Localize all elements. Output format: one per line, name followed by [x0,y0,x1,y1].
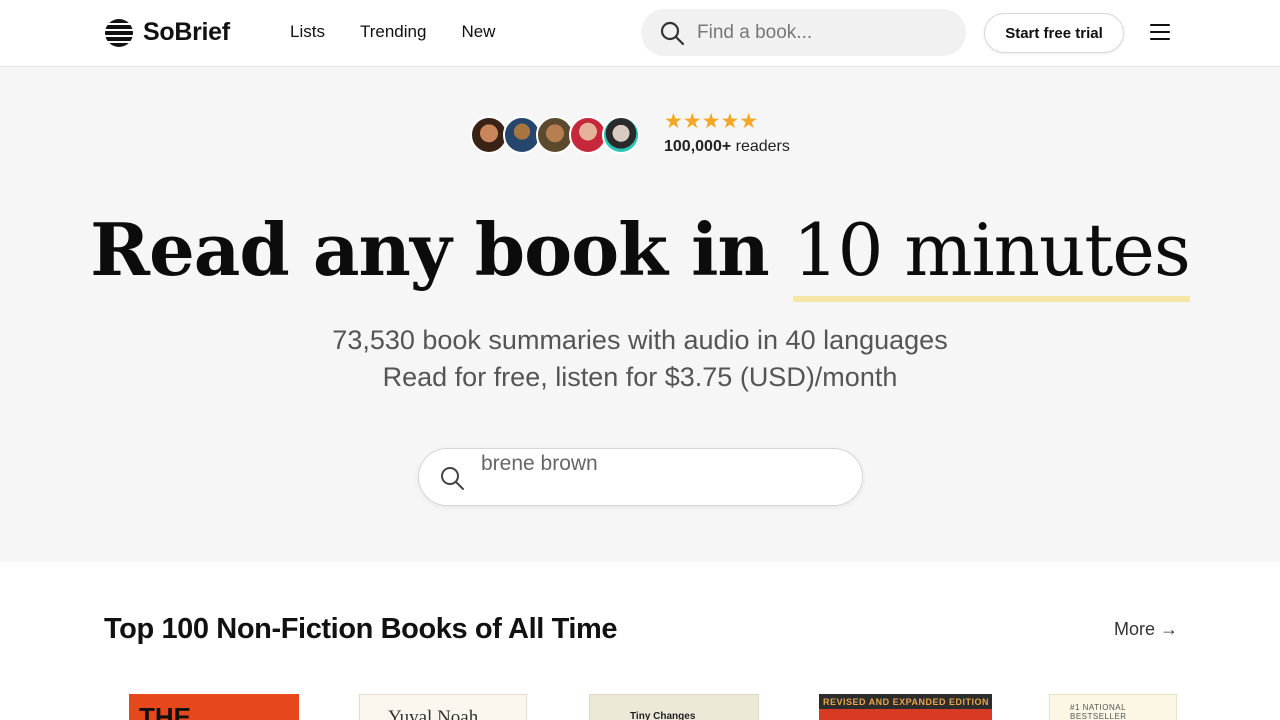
search-icon [439,465,465,491]
readers-label: readers [731,138,790,155]
hamburger-menu-icon[interactable] [1148,20,1172,44]
readers-count: 100,000+ readers [664,138,790,156]
site-header: SoBrief Lists Trending New Find a book..… [0,0,1280,67]
top-nonfiction-section: Top 100 Non-Fiction Books of All Time Mo… [0,562,1280,720]
main-nav: Lists Trending New [290,22,530,42]
avatar [602,116,640,154]
book-cover[interactable]: REVISED AND EXPANDED EDITION [819,694,992,720]
hero-search-input[interactable]: brene brown [418,448,863,506]
headline-highlight: 10 minutes [792,208,1191,302]
nav-lists[interactable]: Lists [290,22,325,42]
subtitle-summaries: 73,530 book summaries with audio in 40 l… [332,325,948,355]
page-title: Read any book in 10 minutes [0,207,1280,302]
nav-trending[interactable]: Trending [360,22,426,42]
readers-number: 100,000+ [664,138,732,155]
headline-main: Read any book in [90,207,793,292]
book-cover-text: REVISED AND EXPANDED EDITION [823,697,990,707]
star-rating-icon: ★★★★★ [664,110,759,133]
brand-name: SoBrief [143,18,230,46]
book-cover[interactable]: Tiny Changes [589,694,759,720]
book-cover[interactable]: #1 NATIONAL BESTSELLER [1049,694,1177,720]
search-icon [659,20,685,46]
book-cover-text: Yuval Noah [388,707,479,720]
start-free-trial-button[interactable]: Start free trial [984,13,1124,53]
subtitle-pricing: Read for free, listen for $3.75 (USD)/mo… [382,362,898,392]
book-cover[interactable]: Yuval Noah [359,694,527,720]
rating-block: ★★★★★ 100,000+ readers [664,111,790,156]
sobrief-logo-icon [105,18,133,47]
reader-avatars [470,116,640,154]
book-carousel: THE Yuval Noah Tiny Changes REVISED AND … [104,692,1177,720]
book-cover-text: THE [139,702,191,720]
hero-section: ★★★★★ 100,000+ readers Read any book in … [0,67,1280,562]
brand-logo[interactable]: SoBrief [105,18,230,47]
book-cover[interactable]: THE [129,694,299,720]
nav-new[interactable]: New [461,22,495,42]
more-link[interactable]: More → [1114,619,1178,640]
section-title: Top 100 Non-Fiction Books of All Time [104,613,618,645]
header-search-placeholder: Find a book... [697,21,813,43]
book-cover-text: Tiny Changes [630,711,696,720]
header-search-input[interactable]: Find a book... [641,9,966,56]
book-cover-text: #1 NATIONAL BESTSELLER [1070,703,1127,720]
hero-search-value: brene brown [481,452,598,475]
